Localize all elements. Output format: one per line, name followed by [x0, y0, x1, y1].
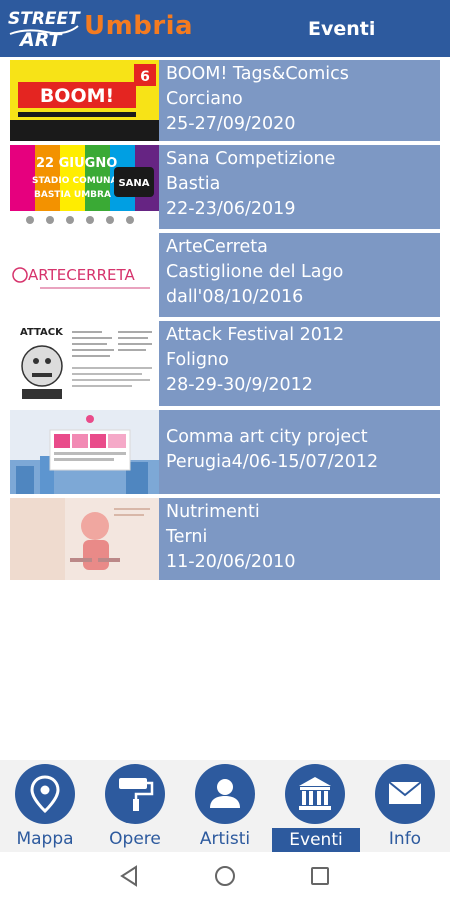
- event-date: dall'08/10/2016: [166, 287, 304, 307]
- event-thumbnail: 22 GIUGNO STADIO COMUNALE BASTIA UMBRA S…: [10, 145, 159, 229]
- event-thumbnail: ARTECERRETA: [10, 233, 159, 317]
- event-place: Castiglione del Lago: [166, 262, 344, 282]
- nav-label: Mappa: [16, 829, 74, 849]
- event-thumbnail: BOOM! 6: [10, 60, 159, 141]
- nav-item-opere[interactable]: Opere: [90, 760, 180, 852]
- event-place: Bastia: [166, 174, 221, 194]
- event-title: Sana Competizione: [166, 149, 336, 169]
- event-title: Attack Festival 2012: [166, 325, 345, 345]
- event-row-boom[interactable]: BOOM! 6 BOOM! Tags&Comics Corciano 25-27…: [10, 60, 440, 141]
- event-row-comma[interactable]: Comma art city project Perugia4/06-15/07…: [10, 410, 440, 494]
- event-date: 25-27/09/2020: [166, 114, 296, 134]
- envelope-icon: [375, 764, 435, 824]
- back-icon[interactable]: [120, 865, 137, 887]
- event-place: Terni: [166, 527, 208, 547]
- event-row-nutrimenti[interactable]: Nutrimenti Terni 11-20/06/2010: [10, 498, 440, 580]
- system-navigation-bar: [0, 852, 450, 900]
- map-pin-icon: [15, 764, 75, 824]
- nav-label: Artisti: [199, 829, 251, 849]
- svg-text:SANA: SANA: [118, 178, 149, 189]
- thumb-text: BOOM!: [40, 85, 114, 107]
- nav-label: Opere: [109, 829, 161, 849]
- paint-roller-icon: [105, 764, 165, 824]
- user-icon: [195, 764, 255, 824]
- app-header: STREET ART Umbria Eventi: [0, 0, 450, 57]
- svg-text:BASTIA UMBRA: BASTIA UMBRA: [34, 190, 111, 200]
- event-title: ArteCerreta: [166, 237, 268, 257]
- street-art-logo: STREET ART: [6, 4, 82, 54]
- event-place: Foligno: [166, 350, 229, 370]
- event-thumbnail: ATTACK: [10, 321, 159, 406]
- svg-text:6: 6: [140, 69, 150, 85]
- event-date: 11-20/06/2010: [166, 552, 296, 572]
- app-title: Umbria: [84, 11, 194, 41]
- event-date: 28-29-30/9/2012: [166, 375, 313, 395]
- nav-item-eventi[interactable]: Eventi: [270, 760, 360, 852]
- event-place: Corciano: [166, 89, 243, 109]
- thumb-text: ARTECERRETA: [28, 266, 136, 284]
- building-icon: [285, 764, 345, 824]
- bottom-navigation: Mappa Opere Artisti Eventi Info: [0, 760, 450, 852]
- event-date: 22-23/06/2019: [166, 199, 296, 219]
- event-row-attack[interactable]: ATTACK Attack Festival 2012 Foligno 28-2…: [10, 321, 440, 406]
- page-title: Eventi: [308, 18, 376, 40]
- nav-item-mappa[interactable]: Mappa: [0, 760, 90, 852]
- home-icon[interactable]: [215, 866, 235, 886]
- event-title: BOOM! Tags&Comics: [166, 64, 349, 84]
- event-title: Comma art city project: [166, 427, 368, 447]
- thumb-text: ATTACK: [20, 327, 64, 338]
- event-place: Perugia4/06-15/07/2012: [166, 452, 379, 472]
- nav-item-artisti[interactable]: Artisti: [180, 760, 270, 852]
- event-row-artecerreta[interactable]: ARTECERRETA ArteCerreta Castiglione del …: [10, 233, 440, 317]
- recents-icon[interactable]: [311, 867, 329, 885]
- nav-item-info[interactable]: Info: [360, 760, 450, 852]
- nav-label: Eventi: [272, 828, 360, 852]
- event-title: Nutrimenti: [166, 502, 260, 522]
- event-row-sana[interactable]: 22 GIUGNO STADIO COMUNALE BASTIA UMBRA S…: [10, 145, 440, 229]
- event-thumbnail: [10, 410, 159, 494]
- svg-text:STREET: STREET: [8, 9, 81, 29]
- event-thumbnail: [10, 498, 159, 580]
- event-list: BOOM! 6 BOOM! Tags&Comics Corciano 25-27…: [10, 60, 440, 584]
- svg-text:22 GIUGNO: 22 GIUGNO: [36, 156, 117, 171]
- nav-label: Info: [388, 829, 422, 849]
